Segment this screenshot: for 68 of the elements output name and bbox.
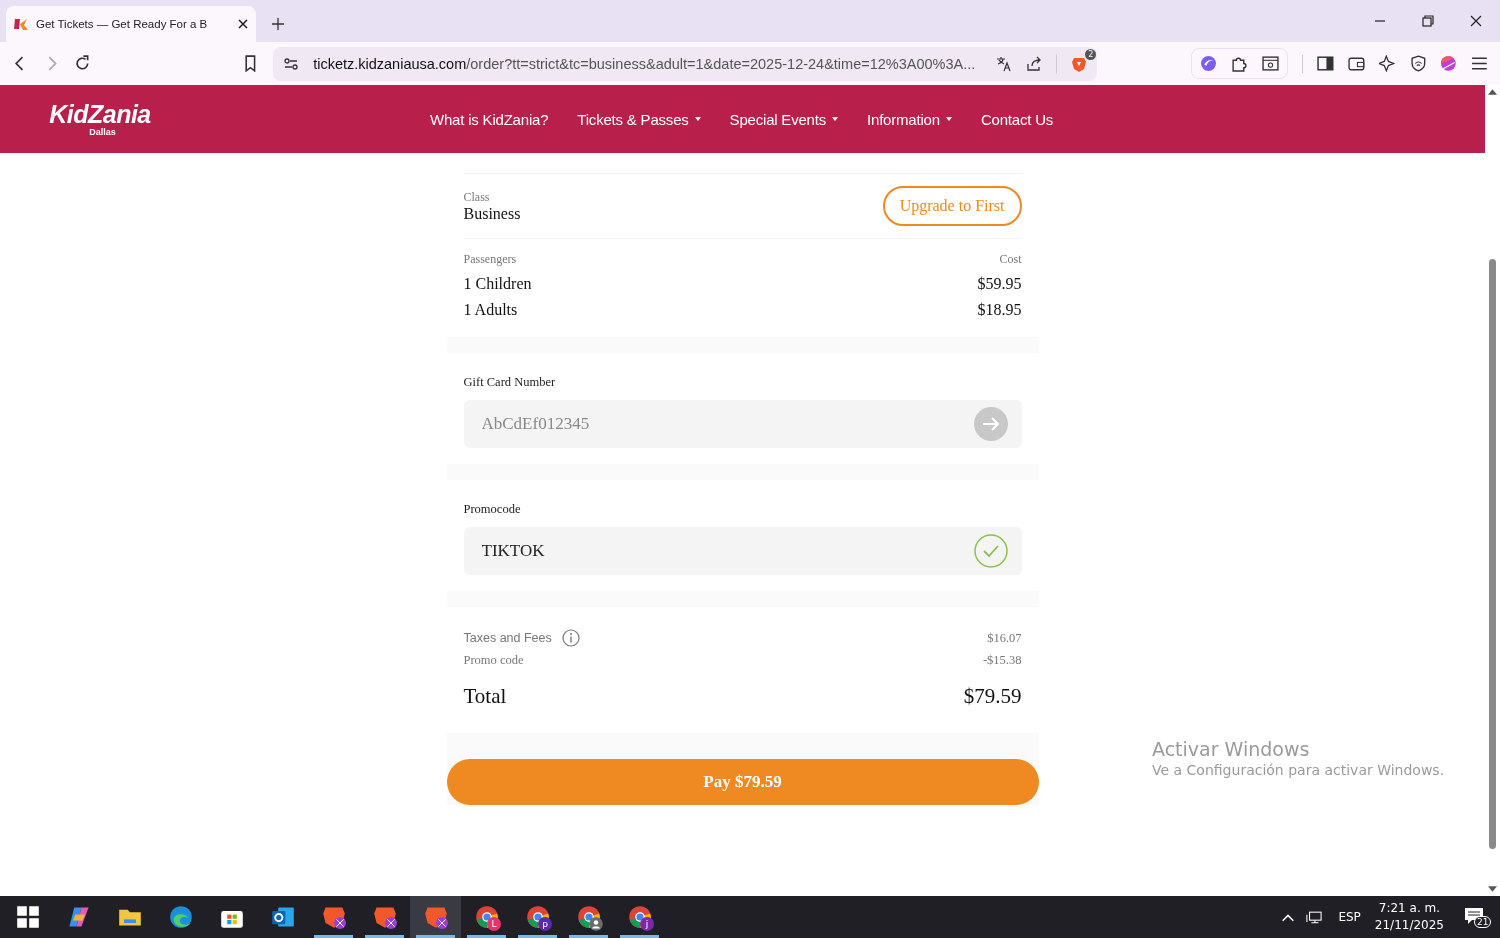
- shield-badge: 2: [1085, 48, 1097, 60]
- class-value: Business: [463, 204, 521, 223]
- gift-card-field[interactable]: AbCdEf012345: [463, 400, 1022, 448]
- windows-logo-icon: [15, 905, 40, 929]
- passengers-header: Passengers: [463, 252, 517, 267]
- logo-location: Dallas: [89, 127, 116, 137]
- passenger-type: 1 Adults: [463, 301, 518, 319]
- profile-badge: j: [640, 917, 654, 931]
- menu-icon[interactable]: [1471, 55, 1489, 72]
- summary-label: Taxes and Fees: [463, 631, 552, 645]
- sidebar-icon[interactable]: [1317, 55, 1335, 72]
- activation-message: Ve a Configuración para activar Windows.: [1152, 762, 1445, 778]
- nav-link[interactable]: Special Events: [729, 110, 839, 128]
- summary-value: -$15.38: [982, 653, 1022, 668]
- clock-time[interactable]: 7:21 a. m.: [1378, 900, 1441, 917]
- taskbar-app[interactable]: j: [614, 896, 665, 938]
- close-icon[interactable]: [1470, 15, 1482, 27]
- restore-icon[interactable]: [1422, 15, 1434, 27]
- edge-icon: [168, 905, 193, 929]
- cost-header: Cost: [999, 252, 1022, 267]
- promocode-label: Promocode: [463, 502, 522, 517]
- share-icon[interactable]: [1026, 55, 1043, 72]
- tab-title: Get Tickets — Get Ready For a B: [36, 18, 209, 30]
- translate-icon[interactable]: [996, 55, 1013, 72]
- url-text: ticketz.kidzaniausa.com/order?tt=strict&tc=business&adult=1&date=2025-12-24&time=12%3A00%3A...: [313, 55, 977, 72]
- summary-value: $16.07: [987, 630, 1022, 646]
- vpn-shield-icon[interactable]: [1409, 55, 1427, 72]
- puzzle-icon[interactable]: [1231, 55, 1249, 72]
- address-bar[interactable]: ticketz.kidzaniausa.com/order?tt=strict&tc=business&adult=1&date=2025-12-24&time=12%3A00%3A... 2: [273, 46, 1098, 81]
- profile-badge: L: [487, 917, 501, 931]
- total-amount: $79.59: [963, 684, 1022, 709]
- notification-count: 21: [1474, 916, 1492, 928]
- class-label: Class: [463, 189, 491, 205]
- screenshot-icon[interactable]: [1262, 55, 1280, 72]
- reload-icon[interactable]: [73, 55, 91, 72]
- language-indicator[interactable]: ESP: [1338, 910, 1361, 924]
- clock-date[interactable]: 21/11/2025: [1374, 917, 1444, 934]
- scroll-up-icon[interactable]: [1488, 89, 1497, 95]
- total-label: Total: [463, 684, 507, 709]
- site-logo[interactable]: KidZania: [49, 101, 151, 127]
- site-favicon-icon: [14, 16, 30, 32]
- sparkle-icon[interactable]: [1378, 55, 1396, 72]
- close-tab-icon[interactable]: [238, 19, 248, 29]
- profile-badge: p: [538, 917, 552, 931]
- copilot-icon: [66, 905, 91, 929]
- nav-link[interactable]: Contact Us: [980, 110, 1054, 128]
- taskbar-app[interactable]: p: [512, 896, 563, 938]
- new-tab-icon[interactable]: [272, 18, 284, 30]
- scroll-down-icon[interactable]: [1488, 886, 1497, 892]
- wallet-icon[interactable]: [1348, 55, 1365, 72]
- activation-title: Activar Windows: [1152, 738, 1311, 760]
- nav-link[interactable]: Information: [867, 110, 952, 128]
- taskbar-app[interactable]: L: [461, 896, 512, 938]
- nav-link[interactable]: Tickets & Passes: [577, 110, 701, 128]
- mail-app-icon: [270, 905, 295, 929]
- browser-tab[interactable]: Get Tickets — Get Ready For a B: [6, 6, 256, 42]
- gift-card-label: Gift Card Number: [463, 375, 557, 390]
- passenger-type: 1 Children: [463, 275, 532, 293]
- info-icon[interactable]: [561, 629, 580, 647]
- site-settings-icon[interactable]: [283, 55, 300, 72]
- passenger-cost: $18.95: [977, 301, 1022, 319]
- network-icon[interactable]: [1306, 909, 1323, 925]
- colorful-orb-icon[interactable]: [1440, 55, 1458, 72]
- extension-icon[interactable]: [1200, 55, 1218, 72]
- promocode-field[interactable]: TIKTOK: [463, 527, 1022, 575]
- nav-link[interactable]: What is KidZania?: [430, 110, 549, 128]
- summary-label: Promo code: [463, 653, 524, 668]
- passenger-cost: $59.95: [977, 275, 1022, 293]
